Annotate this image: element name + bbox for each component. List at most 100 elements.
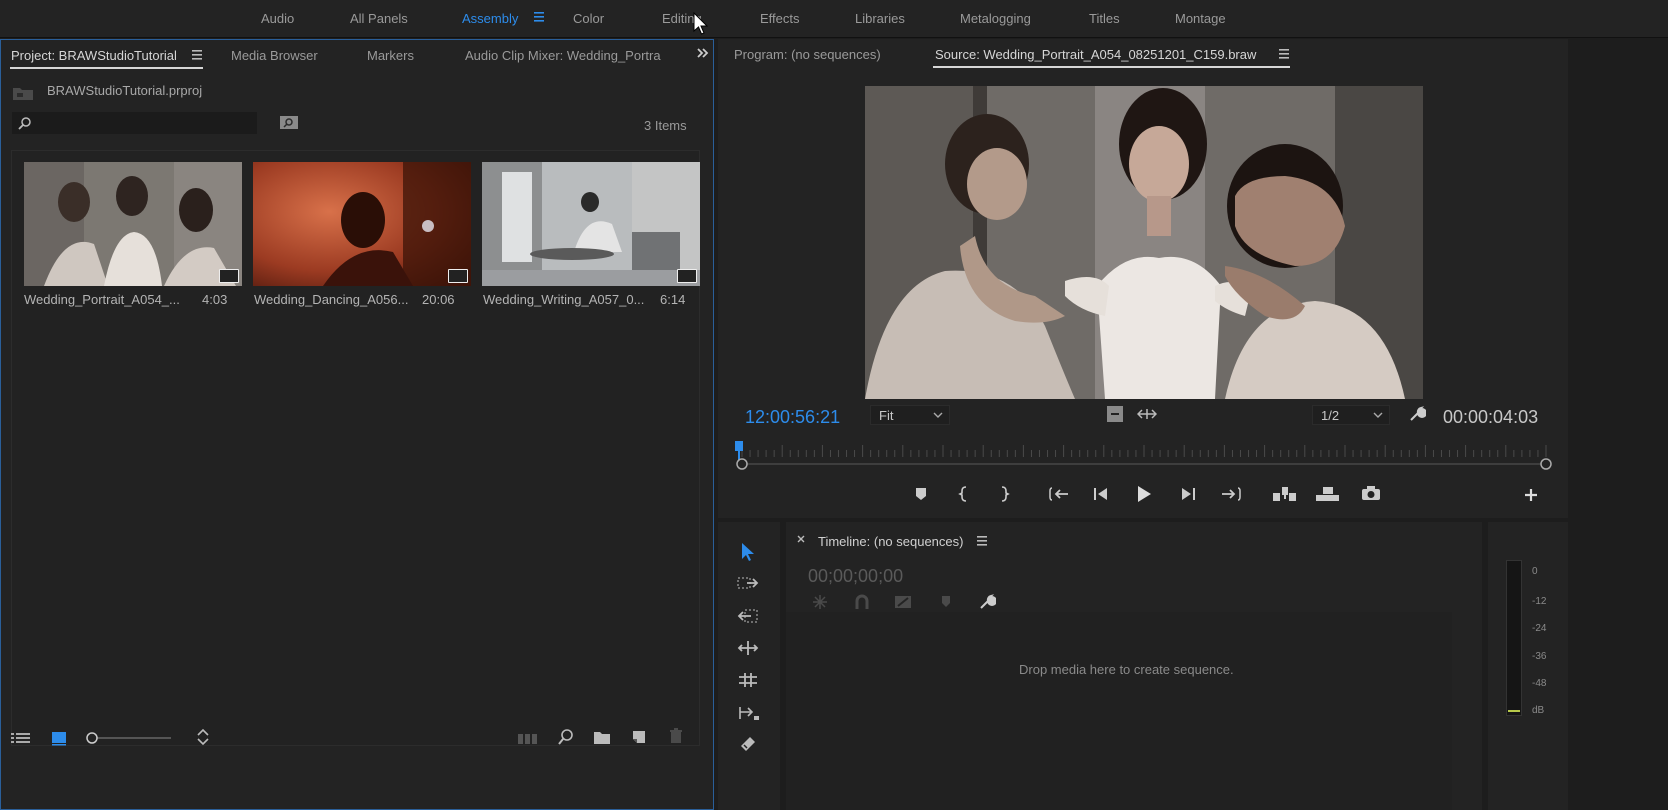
slip-tool-icon[interactable] bbox=[738, 672, 758, 688]
trash-icon[interactable] bbox=[669, 728, 683, 744]
tab-program-monitor[interactable]: Program: (no sequences) bbox=[734, 47, 881, 62]
find-icon[interactable] bbox=[557, 728, 575, 746]
clip-duration: 6:14 bbox=[660, 292, 686, 307]
meter-label: -36 bbox=[1532, 651, 1547, 662]
meter-label: dB bbox=[1532, 705, 1545, 716]
clip-type-badge-icon bbox=[219, 269, 239, 283]
go-to-out-icon[interactable] bbox=[1220, 486, 1242, 502]
active-tab-underline bbox=[933, 66, 1290, 68]
snap-magnet-icon[interactable] bbox=[854, 594, 870, 610]
tab-audio-clip-mixer[interactable]: Audio Clip Mixer: Wedding_Portra bbox=[465, 48, 661, 63]
clip-thumbnail-wedding-dancing[interactable] bbox=[253, 162, 471, 286]
insert-icon[interactable] bbox=[1272, 485, 1298, 503]
tab-source-monitor[interactable]: Source: Wedding_Portrait_A054_08251201_C… bbox=[935, 47, 1256, 62]
play-icon[interactable] bbox=[1136, 485, 1152, 503]
panel-menu-icon[interactable] bbox=[976, 534, 988, 548]
icon-view-icon[interactable] bbox=[51, 730, 67, 746]
wrench-icon[interactable] bbox=[978, 593, 996, 611]
item-count: 3 Items bbox=[644, 118, 687, 133]
zoom-dropdown[interactable]: Fit bbox=[870, 405, 950, 425]
workspace-tab-audio[interactable]: Audio bbox=[261, 11, 294, 26]
zoom-slider[interactable] bbox=[85, 730, 175, 746]
tab-project[interactable]: Project: BRAWStudioTutorial bbox=[11, 48, 177, 63]
workspace-tab-color[interactable]: Color bbox=[573, 11, 604, 26]
clip-thumbnail-wedding-portrait[interactable] bbox=[24, 162, 242, 286]
find-bin-icon[interactable] bbox=[279, 114, 299, 130]
duration-timecode: 00:00:04:03 bbox=[1443, 407, 1539, 427]
tab-markers[interactable]: Markers bbox=[367, 48, 414, 63]
step-forward-icon[interactable] bbox=[1180, 487, 1196, 501]
clip-name[interactable]: Wedding_Portrait_A054_... bbox=[24, 292, 180, 307]
workspace-tab-metalogging[interactable]: Metalogging bbox=[960, 11, 1031, 26]
workspace-tab-titles[interactable]: Titles bbox=[1089, 11, 1120, 26]
add-marker-icon[interactable] bbox=[914, 487, 928, 501]
mouse-cursor-icon bbox=[693, 12, 709, 36]
resolution-dropdown[interactable]: 1/2 bbox=[1312, 405, 1390, 425]
ripple-edit-tool-icon[interactable] bbox=[737, 608, 759, 624]
close-icon[interactable] bbox=[797, 535, 805, 543]
search-input[interactable] bbox=[12, 112, 257, 134]
project-folder-icon bbox=[12, 85, 34, 101]
tools-panel bbox=[718, 522, 780, 810]
sort-icon[interactable] bbox=[195, 728, 211, 746]
add-marker-icon[interactable] bbox=[940, 595, 952, 609]
linked-selection-icon[interactable] bbox=[894, 594, 912, 610]
rolling-edit-tool-icon[interactable] bbox=[737, 640, 759, 656]
safe-margins-icon[interactable] bbox=[1107, 406, 1123, 422]
workspace-tab-montage[interactable]: Montage bbox=[1175, 11, 1226, 26]
tab-media-browser[interactable]: Media Browser bbox=[231, 48, 318, 63]
source-monitor-panel: Program: (no sequences) Source: Wedding_… bbox=[718, 39, 1568, 518]
step-back-icon[interactable] bbox=[1093, 487, 1109, 501]
panel-menu-icon[interactable] bbox=[191, 48, 203, 62]
list-view-icon[interactable] bbox=[10, 730, 32, 746]
clip-type-badge-icon bbox=[448, 269, 468, 283]
meter-label: 0 bbox=[1532, 566, 1538, 577]
clip-duration: 20:06 bbox=[422, 292, 455, 307]
workspace-tab-all-panels[interactable]: All Panels bbox=[350, 11, 408, 26]
new-item-icon[interactable] bbox=[631, 729, 647, 745]
workspace-menu-icon[interactable] bbox=[533, 10, 545, 24]
workspace-tab-effects[interactable]: Effects bbox=[760, 11, 800, 26]
clip-duration: 4:03 bbox=[202, 292, 228, 307]
meter-label: -48 bbox=[1532, 678, 1547, 689]
active-tab-underline bbox=[10, 67, 203, 69]
panel-menu-icon[interactable] bbox=[1278, 47, 1290, 61]
go-to-in-icon[interactable] bbox=[1048, 486, 1070, 502]
mark-out-icon[interactable] bbox=[998, 485, 1010, 503]
bin-grid: Wedding_Portrait_A054_... 4:03 Wedding_D… bbox=[11, 150, 700, 746]
selection-tool-icon[interactable] bbox=[740, 542, 756, 562]
timeline-panel: Timeline: (no sequences) 00;00;00;00 Dro… bbox=[786, 522, 1482, 810]
razor-tool-icon[interactable] bbox=[738, 734, 758, 754]
automate-to-sequence-icon[interactable] bbox=[517, 730, 539, 746]
workspace-tab-assembly[interactable]: Assembly bbox=[462, 11, 518, 26]
timeline-drop-area[interactable]: Drop media here to create sequence. bbox=[786, 612, 1452, 810]
wrench-icon[interactable] bbox=[1408, 405, 1426, 423]
nest-icon[interactable] bbox=[812, 594, 828, 610]
mark-in-icon[interactable] bbox=[958, 485, 970, 503]
timeline-timecode[interactable]: 00;00;00;00 bbox=[808, 566, 903, 587]
export-frame-icon[interactable] bbox=[1361, 485, 1381, 501]
drag-video-audio-icon[interactable] bbox=[1137, 407, 1157, 421]
meter-label: -12 bbox=[1532, 596, 1547, 607]
clip-name[interactable]: Wedding_Dancing_A056... bbox=[254, 292, 408, 307]
project-panel: Project: BRAWStudioTutorial Media Browse… bbox=[0, 39, 714, 810]
clip-type-badge-icon bbox=[677, 269, 697, 283]
track-select-backward-icon[interactable] bbox=[738, 704, 760, 722]
drop-hint: Drop media here to create sequence. bbox=[1019, 662, 1234, 677]
clip-thumbnail-wedding-writing[interactable] bbox=[482, 162, 700, 286]
new-bin-icon[interactable] bbox=[593, 729, 611, 745]
workspace-tab-libraries[interactable]: Libraries bbox=[855, 11, 905, 26]
add-button-icon[interactable] bbox=[1524, 488, 1538, 502]
current-timecode[interactable]: 12:00:56:21 bbox=[745, 407, 840, 428]
overwrite-icon[interactable] bbox=[1315, 485, 1341, 503]
clip-name[interactable]: Wedding_Writing_A057_0... bbox=[483, 292, 644, 307]
video-preview[interactable] bbox=[865, 86, 1423, 399]
audio-meter-panel: 0 -12 -24 -36 -48 dB bbox=[1488, 522, 1568, 810]
panel-overflow-icon[interactable] bbox=[696, 46, 710, 60]
chevron-down-icon bbox=[1373, 412, 1383, 418]
audio-meter-bar bbox=[1506, 560, 1522, 716]
time-ruler[interactable] bbox=[734, 441, 1554, 475]
track-select-tool-icon[interactable] bbox=[737, 576, 759, 590]
timeline-title[interactable]: Timeline: (no sequences) bbox=[818, 534, 963, 549]
chevron-down-icon bbox=[933, 412, 943, 418]
